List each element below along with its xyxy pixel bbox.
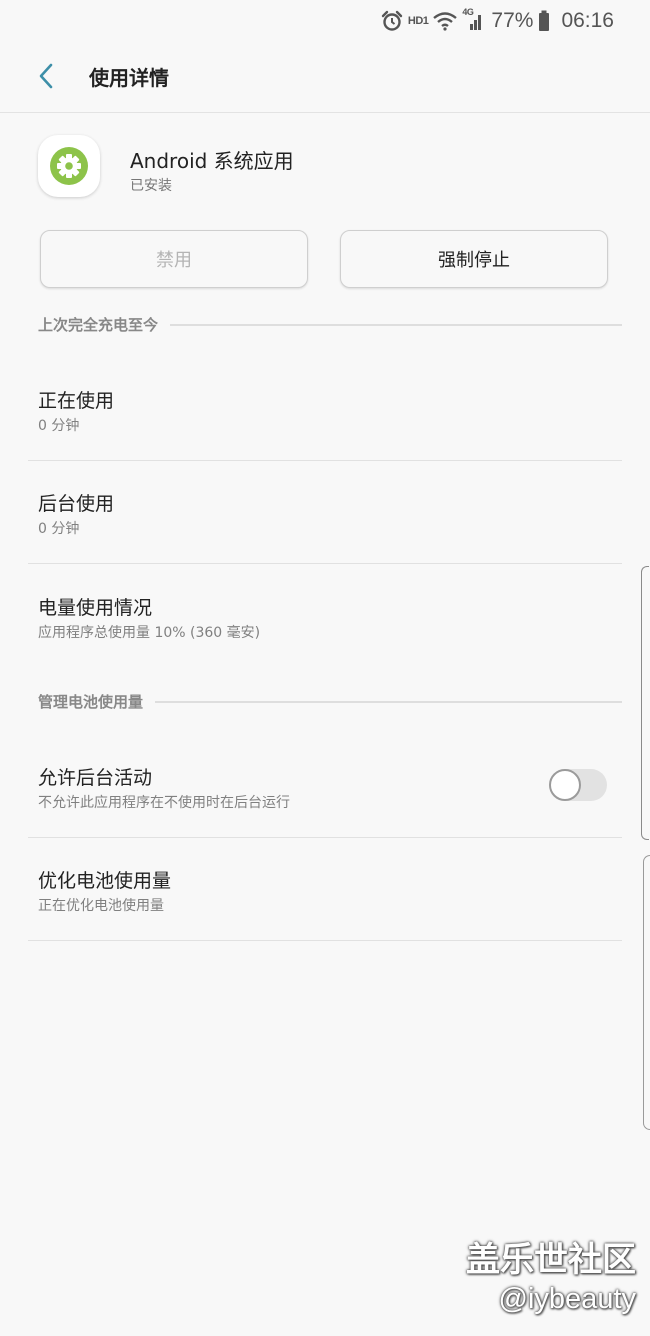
disable-button[interactable]: 禁用 — [40, 230, 308, 288]
edge-panel-handle[interactable] — [643, 855, 650, 1130]
list-item-title: 后台使用 — [38, 493, 115, 515]
app-bar: 使用详情 — [0, 40, 650, 113]
watermark-community: 盖乐世社区 — [466, 1240, 636, 1280]
list-item-subtitle: 0 分钟 — [38, 521, 80, 537]
section-divider — [170, 323, 622, 326]
app-name: Android 系统应用 — [130, 149, 294, 173]
alarm-icon — [381, 10, 403, 31]
list-item-foreground-usage[interactable]: 正在使用 0 分钟 — [28, 358, 622, 461]
page-title: 使用详情 — [89, 66, 169, 90]
app-icon — [38, 135, 100, 197]
status-time: 06:16 — [561, 9, 614, 32]
app-install-status: 已安装 — [130, 178, 172, 194]
hd-voice-label: HD1 — [407, 15, 429, 27]
watermark-user: @iybeauty — [498, 1283, 636, 1315]
list-item-subtitle: 应用程序总使用量 10% (360 毫安) — [38, 625, 261, 641]
app-header: Android 系统应用 已安装 — [38, 135, 618, 199]
divider — [28, 940, 622, 941]
section-header-label: 管理电池使用量 — [38, 693, 144, 711]
list-item-optimize-battery[interactable]: 优化电池使用量 正在优化电池使用量 — [28, 838, 622, 941]
signal-icon — [470, 15, 482, 30]
status-bar: HD1 4G 77% 06:16 — [0, 0, 650, 40]
list-item-title: 正在使用 — [38, 390, 115, 412]
list-item-title: 优化电池使用量 — [38, 870, 172, 892]
section-header-label: 上次完全充电至今 — [38, 316, 159, 334]
section-header-manage-battery: 管理电池使用量 — [38, 691, 622, 712]
list-item-background-usage[interactable]: 后台使用 0 分钟 — [28, 461, 622, 564]
background-activity-toggle[interactable] — [549, 769, 607, 801]
wifi-icon — [433, 12, 458, 31]
chevron-left-icon — [39, 63, 53, 89]
list-item-battery-usage[interactable]: 电量使用情况 应用程序总使用量 10% (360 毫安) — [28, 564, 622, 674]
battery-icon — [539, 10, 550, 31]
list-item-allow-background-activity[interactable]: 允许后台活动 不允许此应用程序在不使用时在后台运行 — [28, 735, 622, 838]
battery-percent: 77% — [491, 9, 534, 32]
list-item-subtitle: 不允许此应用程序在不使用时在后台运行 — [38, 795, 290, 811]
back-button[interactable] — [28, 58, 64, 94]
list-item-subtitle: 0 分钟 — [38, 418, 80, 434]
list-item-subtitle: 正在优化电池使用量 — [38, 898, 164, 914]
section-header-since-full-charge: 上次完全充电至今 — [38, 314, 622, 335]
list-item-title: 允许后台活动 — [38, 767, 153, 789]
gear-icon — [50, 147, 88, 185]
section-divider — [155, 700, 622, 703]
list-item-title: 电量使用情况 — [38, 597, 153, 619]
toggle-knob — [549, 769, 581, 801]
force-stop-button[interactable]: 强制停止 — [340, 230, 608, 288]
scrollbar[interactable] — [641, 566, 649, 840]
